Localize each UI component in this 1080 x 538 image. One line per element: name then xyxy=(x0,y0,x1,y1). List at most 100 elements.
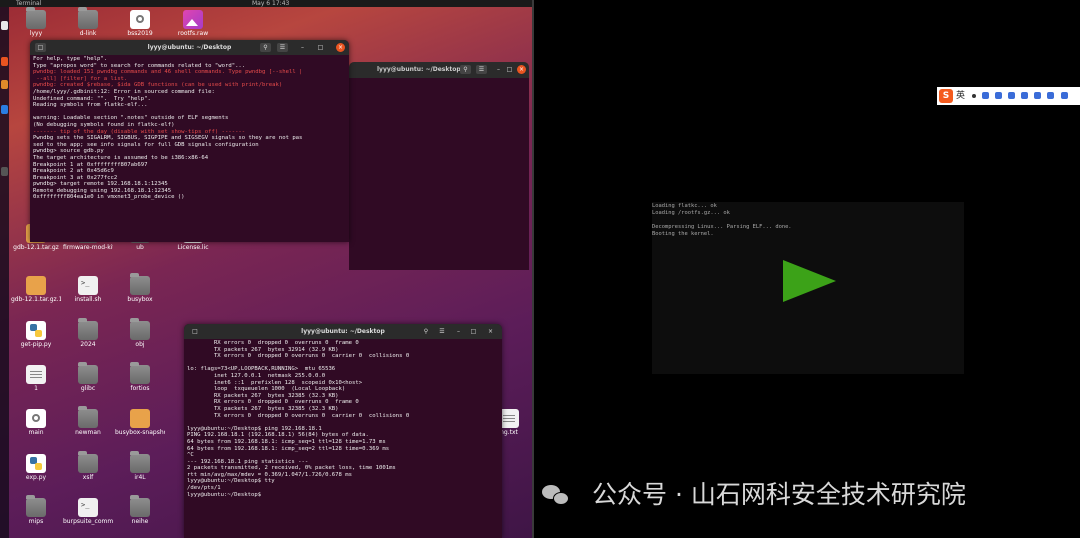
desktop-icon[interactable]: 1 xyxy=(11,365,61,392)
play-icon[interactable] xyxy=(783,260,836,302)
skin-icon[interactable] xyxy=(1021,92,1028,99)
boot-line: Loading /rootfs.gz... ok xyxy=(652,210,730,216)
emoji-icon[interactable] xyxy=(1047,92,1054,99)
ping-terminal-titlebar[interactable]: □ lyyy@ubuntu: ~/Desktop ⚲ ☰ – □ × xyxy=(184,324,502,339)
archive-icon xyxy=(26,276,46,295)
desktop-icon[interactable]: exp.py xyxy=(11,454,61,481)
toolbox-icon[interactable] xyxy=(1008,92,1015,99)
close-icon[interactable]: × xyxy=(336,43,345,52)
minimize-icon[interactable]: – xyxy=(494,65,503,74)
terminal-line: lyyy@ubuntu:~/Desktop$ tty xyxy=(187,478,275,485)
game-icon[interactable] xyxy=(1034,92,1041,99)
ime-toolbar[interactable]: S 英 xyxy=(937,87,1080,105)
desktop-icon-label: xslf xyxy=(82,474,94,481)
terminal-line: /home/lyyy/.gdbinit:12: Error in sourced… xyxy=(33,88,215,95)
ping-terminal-output[interactable]: RX errors 0 dropped 0 overruns 0 frame 0… xyxy=(184,339,502,499)
menu-icon[interactable]: ☰ xyxy=(476,65,487,74)
minimize-icon[interactable]: – xyxy=(454,327,463,336)
desktop-icon-label: gdb-12.1.tar.gz xyxy=(13,244,59,251)
terminal-line: 64 bytes from 192.168.18.1: icmp_seq=2 t… xyxy=(187,445,390,452)
desktop-icon[interactable]: ir4L xyxy=(115,451,165,481)
background-terminal-body[interactable] xyxy=(349,78,529,270)
desktop-icon[interactable]: fortios xyxy=(115,362,165,392)
dock-terminal-icon[interactable] xyxy=(1,167,8,176)
desktop-icon[interactable]: neihe xyxy=(115,495,165,525)
close-icon[interactable]: × xyxy=(517,65,526,74)
boot-line xyxy=(652,217,792,224)
desktop-icon[interactable]: xslf xyxy=(63,451,113,481)
boot-line: Decompressing Linux... Parsing ELF... do… xyxy=(652,224,792,230)
desktop-icon[interactable]: obj xyxy=(115,318,165,348)
terminal-line: lo: flags=73<UP,LOOPBACK,RUNNING> mtu 65… xyxy=(187,366,336,373)
desktop-icon[interactable]: burpsuite_community_linux_... xyxy=(63,498,113,525)
folder-icon xyxy=(130,495,150,517)
ime-language-toggle[interactable]: 英 xyxy=(956,87,965,105)
terminal-line: TX packets 267 bytes 32385 (32.3 KB) xyxy=(187,405,339,412)
punctuation-icon[interactable] xyxy=(972,94,976,98)
terminal-line: 0xffffffff804ea1e0 in vmxnet3_probe_devi… xyxy=(33,194,185,201)
microphone-icon[interactable] xyxy=(982,92,989,99)
desktop-icon[interactable]: bss2019 xyxy=(115,10,165,37)
maximize-icon[interactable]: □ xyxy=(505,65,514,74)
menu-icon[interactable]: ☰ xyxy=(277,43,288,52)
desktop-icon-label: License.lic xyxy=(177,244,209,251)
desktop-icon[interactable]: lyyy xyxy=(11,7,61,37)
search-icon[interactable]: ⚲ xyxy=(460,65,471,74)
desktop-icon[interactable]: busybox-snapshot.tar... xyxy=(115,409,165,436)
folder-icon xyxy=(130,451,150,473)
keyboard-icon[interactable] xyxy=(995,92,1002,99)
terminal-line: ^C xyxy=(187,452,194,459)
terminal-line: lyyy@ubuntu:~/Desktop$ ping 192.168.18.1 xyxy=(187,425,322,432)
folder-icon xyxy=(78,362,98,384)
desktop-icon[interactable]: get-pip.py xyxy=(11,321,61,348)
maximize-icon[interactable]: □ xyxy=(316,43,325,52)
desktop-icon[interactable]: 2024 xyxy=(63,318,113,348)
desktop-icon-label: rootfs.raw xyxy=(177,30,209,37)
sogou-logo-icon[interactable]: S xyxy=(939,89,953,103)
python-icon xyxy=(26,321,46,340)
desktop-icon-label: glibc xyxy=(80,385,96,392)
desktop-icon[interactable]: busybox xyxy=(115,273,165,303)
desktop-icon-label: busybox-snapshot.tar... xyxy=(115,429,165,436)
desktop-icon[interactable]: glibc xyxy=(63,362,113,392)
maximize-icon[interactable]: □ xyxy=(469,327,478,336)
gdb-terminal-window[interactable]: □ lyyy@ubuntu: ~/Desktop ⚲ ☰ – □ × For h… xyxy=(30,40,349,242)
background-terminal-titlebar[interactable]: lyyy@ubuntu: ~/Desktop ⚲ ☰ – □ × xyxy=(349,62,529,78)
vm-console-screen[interactable]: Loading flatkc... ok Loading /rootfs.gz..… xyxy=(652,202,964,374)
menu-grid-icon[interactable] xyxy=(1061,92,1068,99)
minimize-icon[interactable]: – xyxy=(298,43,307,52)
close-icon[interactable]: × xyxy=(486,327,495,336)
search-icon[interactable]: ⚲ xyxy=(260,43,271,52)
search-icon[interactable]: ⚲ xyxy=(421,327,431,336)
gear-icon xyxy=(26,409,46,428)
desktop-icon-label: 2024 xyxy=(80,341,96,348)
dock-app-icon[interactable] xyxy=(1,105,8,114)
terminal-line: The target architecture is assumed to be… xyxy=(33,154,209,161)
gdb-terminal-titlebar[interactable]: □ lyyy@ubuntu: ~/Desktop ⚲ ☰ – □ × xyxy=(30,40,349,55)
gdb-terminal-output[interactable]: For help, type "help". Type "apropos word… xyxy=(30,55,349,209)
terminal-line: inet 127.0.0.1 netmask 255.0.0.0 xyxy=(187,372,326,379)
activities-label[interactable]: Terminal xyxy=(16,0,41,7)
archive-icon xyxy=(130,409,150,428)
desktop-icon[interactable]: install.sh xyxy=(63,276,113,303)
terminal-line: Undefined command: "". Try "help". xyxy=(33,95,151,102)
terminal-line: RX errors 0 dropped 0 overruns 0 frame 0 xyxy=(187,340,359,346)
clock[interactable]: May 6 17:43 xyxy=(252,0,289,7)
menu-icon[interactable]: ☰ xyxy=(437,327,447,336)
ping-terminal-window[interactable]: □ lyyy@ubuntu: ~/Desktop ⚲ ☰ – □ × RX er… xyxy=(184,324,502,538)
desktop-icon[interactable]: d-link xyxy=(63,7,113,37)
new-tab-icon[interactable]: □ xyxy=(190,327,200,336)
desktop-icon[interactable]: newman xyxy=(63,406,113,436)
dock-files-icon[interactable] xyxy=(1,21,8,30)
new-tab-icon[interactable]: □ xyxy=(35,43,46,52)
desktop-icon[interactable]: main xyxy=(11,409,61,436)
dock-firefox-icon[interactable] xyxy=(1,57,8,66)
desktop-icon[interactable]: rootfs.raw xyxy=(168,10,218,37)
folder-icon xyxy=(78,318,98,340)
desktop-icon[interactable]: gdb-12.1.tar.gz.1 xyxy=(11,276,61,303)
pane-divider xyxy=(532,0,534,538)
desktop-icon[interactable]: mips xyxy=(11,495,61,525)
python-icon xyxy=(26,454,46,473)
dock-app-icon[interactable] xyxy=(1,80,8,89)
